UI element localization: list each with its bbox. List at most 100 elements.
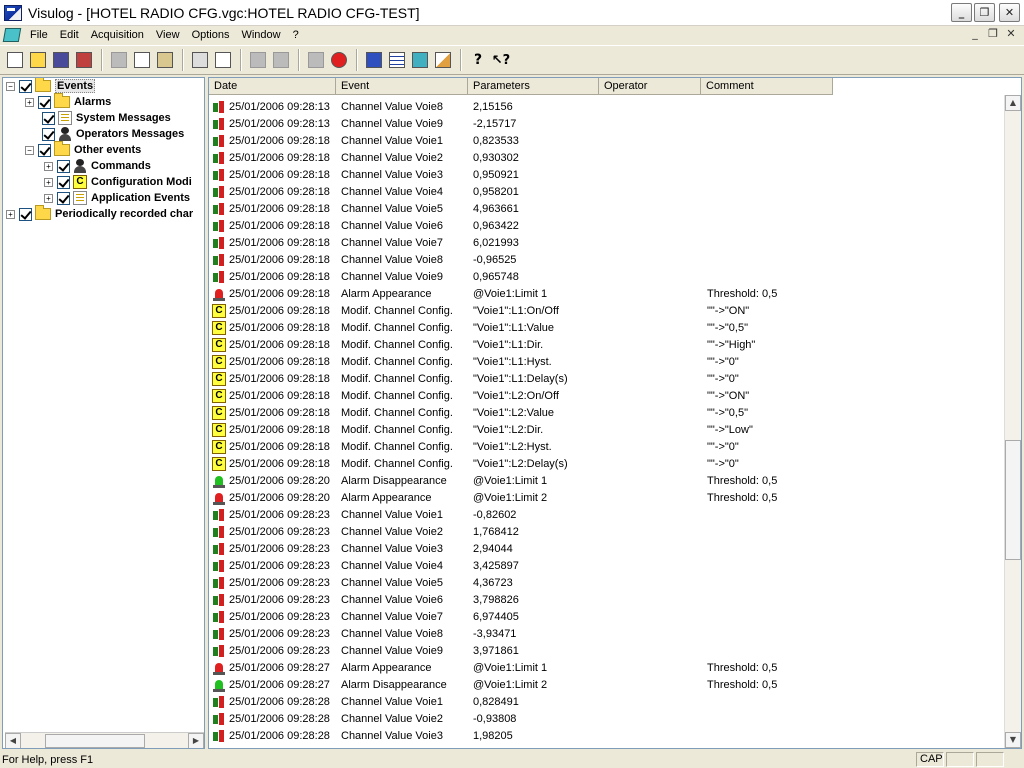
tree-item-alarms[interactable]: + Alarms (3, 93, 204, 110)
save-icon[interactable] (50, 49, 72, 71)
table-row[interactable]: C 25/01/2006 09:28:18 Modif. Channel Confi… (209, 421, 1005, 438)
tree-item-other-events[interactable]: − Other events (3, 141, 204, 158)
maximize-button[interactable]: ❐ (974, 3, 995, 22)
tree-item-system-messages[interactable]: System Messages (3, 110, 204, 126)
close-button[interactable]: ✕ (999, 3, 1020, 22)
stop-icon[interactable] (328, 49, 350, 71)
table-row[interactable]: 25/01/2006 09:28:28 Channel Value Voie3 1… (209, 727, 1005, 744)
table-row[interactable]: 25/01/2006 09:28:20 Alarm Disappearance @V… (209, 472, 1005, 489)
column-header-operator[interactable]: Operator (599, 78, 701, 95)
table-row[interactable]: 25/01/2006 09:28:28 Channel Value Voie2 -0… (209, 710, 1005, 727)
copy-icon[interactable] (131, 49, 153, 71)
table-row[interactable]: C 25/01/2006 09:28:18 Modif. Channel Confi… (209, 302, 1005, 319)
event-tree[interactable]: − Events + Alarms System Messages Operat… (2, 77, 205, 749)
table-row[interactable]: 25/01/2006 09:28:18 Channel Value Voie4 0,… (209, 183, 1005, 200)
table-row[interactable]: 25/01/2006 09:28:13 Channel Value Voie9 -2… (209, 115, 1005, 132)
table-row[interactable]: 25/01/2006 09:28:27 Alarm Disappearance @V… (209, 676, 1005, 693)
monitor-icon[interactable] (247, 49, 269, 71)
checkbox[interactable] (57, 191, 70, 205)
table-icon[interactable] (386, 49, 408, 71)
checkbox[interactable] (57, 175, 70, 189)
column-header-comment[interactable]: Comment (701, 78, 833, 95)
tree-horizontal-scrollbar[interactable]: ◀ ▶ (5, 732, 204, 748)
table-row[interactable]: C 25/01/2006 09:28:18 Modif. Channel Confi… (209, 336, 1005, 353)
checkbox[interactable] (19, 207, 32, 221)
acquisition-icon[interactable] (305, 49, 327, 71)
table-row[interactable]: 25/01/2006 09:28:23 Channel Value Voie2 1,… (209, 523, 1005, 540)
collapse-icon[interactable]: − (25, 145, 34, 155)
book-icon[interactable] (363, 49, 385, 71)
table-row[interactable]: 25/01/2006 09:28:18 Channel Value Voie5 4,… (209, 200, 1005, 217)
table-row[interactable]: 25/01/2006 09:28:18 Channel Value Voie9 0,… (209, 268, 1005, 285)
table-row[interactable]: C 25/01/2006 09:28:18 Modif. Channel Confi… (209, 370, 1005, 387)
table-row[interactable]: C 25/01/2006 09:28:18 Modif. Channel Confi… (209, 438, 1005, 455)
table-row[interactable]: 25/01/2006 09:28:23 Channel Value Voie3 2… (209, 540, 1005, 557)
minimize-button[interactable]: _ (951, 3, 972, 22)
table-row[interactable]: 25/01/2006 09:28:18 Channel Value Voie6 0,… (209, 217, 1005, 234)
table-row[interactable]: 25/01/2006 09:28:18 Channel Value Voie7 6,… (209, 234, 1005, 251)
paste-icon[interactable] (154, 49, 176, 71)
context-help-icon[interactable]: ↖? (490, 49, 512, 71)
help-icon[interactable]: ? (467, 49, 489, 71)
table-row[interactable]: 25/01/2006 09:28:23 Channel Value Voie4 3,… (209, 557, 1005, 574)
checkbox[interactable] (42, 127, 55, 141)
checkbox[interactable] (38, 143, 51, 157)
tree-item-periodically-recorded[interactable]: + Periodically recorded char (3, 205, 204, 222)
document-icon[interactable] (2, 28, 22, 42)
scroll-right-icon[interactable]: ▶ (188, 732, 204, 748)
mdi-restore-button[interactable]: ❐ (986, 27, 1000, 40)
menu-options[interactable]: Options (186, 26, 236, 44)
table-row[interactable]: 25/01/2006 09:28:18 Channel Value Voie2 0,… (209, 149, 1005, 166)
table-row[interactable]: 25/01/2006 09:28:23 Channel Value Voie8 -3… (209, 625, 1005, 642)
table-row[interactable]: C 25/01/2006 09:28:18 Modif. Channel Confi… (209, 353, 1005, 370)
menu-edit[interactable]: Edit (54, 26, 85, 44)
menu-view[interactable]: View (150, 26, 186, 44)
expand-icon[interactable]: + (44, 177, 53, 187)
menu-acquisition[interactable]: Acquisition (85, 26, 150, 44)
scroll-thumb[interactable] (45, 734, 145, 748)
tree-item-configuration[interactable]: + C Configuration Modi (3, 174, 204, 190)
table-row[interactable]: 25/01/2006 09:28:23 Channel Value Voie9 3,… (209, 642, 1005, 659)
vertical-scrollbar[interactable]: ▲ ▼ (1004, 95, 1021, 748)
expand-icon[interactable]: + (6, 209, 15, 219)
table-row[interactable]: 25/01/2006 09:28:28 Channel Value Voie1 0,… (209, 693, 1005, 710)
mdi-minimize-button[interactable]: _ (968, 27, 982, 40)
print-preview-icon[interactable] (212, 49, 234, 71)
table-row[interactable]: C 25/01/2006 09:28:18 Modif. Channel Confi… (209, 387, 1005, 404)
column-header-event[interactable]: Event (336, 78, 468, 95)
tree-item-application-events[interactable]: + Application Events (3, 190, 204, 206)
table-row[interactable]: 25/01/2006 09:28:18 Channel Value Voie8 -0… (209, 251, 1005, 268)
menu-window[interactable]: Window (235, 26, 286, 44)
checkbox[interactable] (38, 95, 51, 109)
checkbox[interactable] (42, 111, 55, 125)
mdi-close-button[interactable]: ✕ (1004, 27, 1018, 40)
scroll-down-icon[interactable]: ▼ (1005, 732, 1021, 748)
menu-file[interactable]: File (24, 26, 54, 44)
scroll-thumb[interactable] (1005, 440, 1021, 560)
table-row[interactable]: 25/01/2006 09:28:27 Alarm Appearance @Voie… (209, 659, 1005, 676)
expand-icon[interactable]: + (44, 193, 53, 203)
cut-icon[interactable] (108, 49, 130, 71)
chart-icon[interactable] (432, 49, 454, 71)
tree-item-events[interactable]: − Events (3, 78, 204, 94)
expand-icon[interactable]: + (25, 97, 34, 107)
scroll-up-icon[interactable]: ▲ (1005, 95, 1021, 111)
column-header-date[interactable]: Date (209, 78, 336, 95)
menu-help[interactable]: ? (287, 26, 305, 44)
tree-item-operators-messages[interactable]: Operators Messages (3, 126, 204, 142)
table-row[interactable]: 25/01/2006 09:28:18 Channel Value Voie3 0,… (209, 166, 1005, 183)
export-icon[interactable] (409, 49, 431, 71)
table-row[interactable]: 25/01/2006 09:28:18 Channel Value Voie1 0,… (209, 132, 1005, 149)
print-icon[interactable] (189, 49, 211, 71)
table-row[interactable]: 25/01/2006 09:28:23 Channel Value Voie5 4… (209, 574, 1005, 591)
table-row[interactable]: C 25/01/2006 09:28:18 Modif. Channel Confi… (209, 319, 1005, 336)
table-row[interactable]: 25/01/2006 09:28:23 Channel Value Voie6 3,… (209, 591, 1005, 608)
checkbox[interactable] (19, 79, 32, 93)
table-row[interactable]: C 25/01/2006 09:28:18 Modif. Channel Confi… (209, 455, 1005, 472)
expand-icon[interactable]: + (44, 161, 53, 171)
table-row[interactable]: 25/01/2006 09:28:18 Alarm Appearance @Voie… (209, 285, 1005, 302)
column-header-parameters[interactable]: Parameters (468, 78, 599, 95)
checkbox[interactable] (57, 159, 70, 173)
scroll-left-icon[interactable]: ◀ (5, 732, 21, 748)
tree-item-commands[interactable]: + Commands (3, 158, 204, 174)
